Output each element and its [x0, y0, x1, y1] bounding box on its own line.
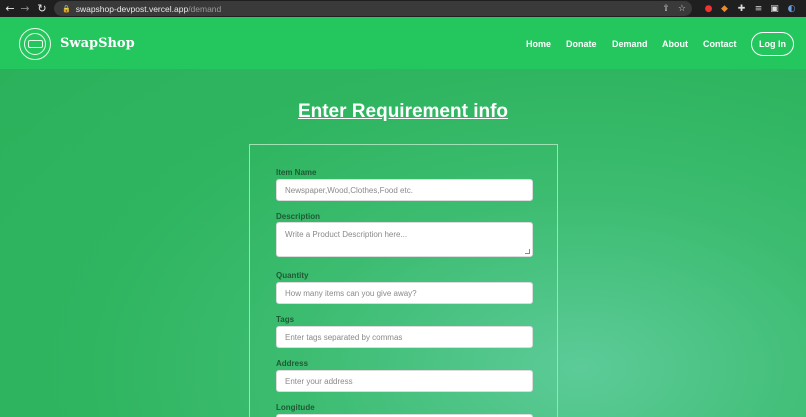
address-label: Address	[276, 359, 309, 368]
extension-fox-icon[interactable]: ◆	[718, 2, 731, 15]
site-navbar: SwapShop Home Donate Demand About Contac…	[0, 17, 806, 69]
tags-placeholder: Enter tags separated by commas	[285, 332, 403, 342]
bookmark-star-icon[interactable]: ☆	[678, 4, 686, 14]
item-name-label: Item Name	[276, 168, 317, 177]
description-label: Description	[276, 212, 321, 221]
address-input[interactable]: Enter your address	[276, 370, 533, 392]
address-placeholder: Enter your address	[285, 376, 353, 386]
item-name-placeholder: Newspaper,Wood,Clothes,Food etc.	[285, 185, 413, 195]
media-queue-icon[interactable]: ≡	[752, 2, 765, 15]
page: SwapShop Home Donate Demand About Contac…	[0, 17, 806, 417]
extensions-puzzle-icon[interactable]: ✚	[735, 2, 748, 15]
lock-icon: 🔒	[62, 4, 71, 13]
browser-toolbar: ← → ↻ 🔒 swapshop-devpost.vercel.app/dema…	[0, 0, 806, 17]
address-bar[interactable]: 🔒 swapshop-devpost.vercel.app/demand ⇪ ☆	[54, 1, 692, 16]
item-name-input[interactable]: Newspaper,Wood,Clothes,Food etc.	[276, 179, 533, 201]
page-title: Enter Requirement info	[297, 101, 509, 122]
extension-shield-icon[interactable]: ●	[702, 2, 715, 15]
nav-link-contact[interactable]: Contact	[703, 39, 737, 49]
resize-handle-icon[interactable]	[525, 249, 530, 254]
login-button[interactable]: Log In	[751, 32, 794, 56]
nav-link-donate[interactable]: Donate	[566, 39, 597, 49]
profile-avatar-icon[interactable]: ◐	[785, 2, 798, 15]
forward-icon[interactable]: →	[18, 0, 32, 17]
nav-link-about[interactable]: About	[662, 39, 688, 49]
quantity-input[interactable]: How many items can you give away?	[276, 282, 533, 304]
requirement-form: Item Name Newspaper,Wood,Clothes,Food et…	[249, 144, 558, 417]
back-icon[interactable]: ←	[3, 0, 17, 17]
quantity-placeholder: How many items can you give away?	[285, 288, 417, 298]
longitude-label: Longitude	[276, 403, 315, 412]
tags-input[interactable]: Enter tags separated by commas	[276, 326, 533, 348]
sidebar-icon[interactable]: ▣	[768, 2, 781, 15]
nav-link-demand[interactable]: Demand	[612, 39, 648, 49]
description-textarea[interactable]: Write a Product Description here...	[276, 222, 533, 257]
tags-label: Tags	[276, 315, 295, 324]
nav-link-home[interactable]: Home	[526, 39, 551, 49]
quantity-label: Quantity	[276, 271, 309, 280]
url-path: /demand	[188, 3, 222, 14]
url-host: swapshop-devpost.vercel.app	[75, 3, 189, 14]
description-placeholder: Write a Product Description here...	[285, 230, 408, 239]
reload-icon[interactable]: ↻	[35, 0, 49, 17]
share-icon[interactable]: ⇪	[662, 4, 670, 14]
